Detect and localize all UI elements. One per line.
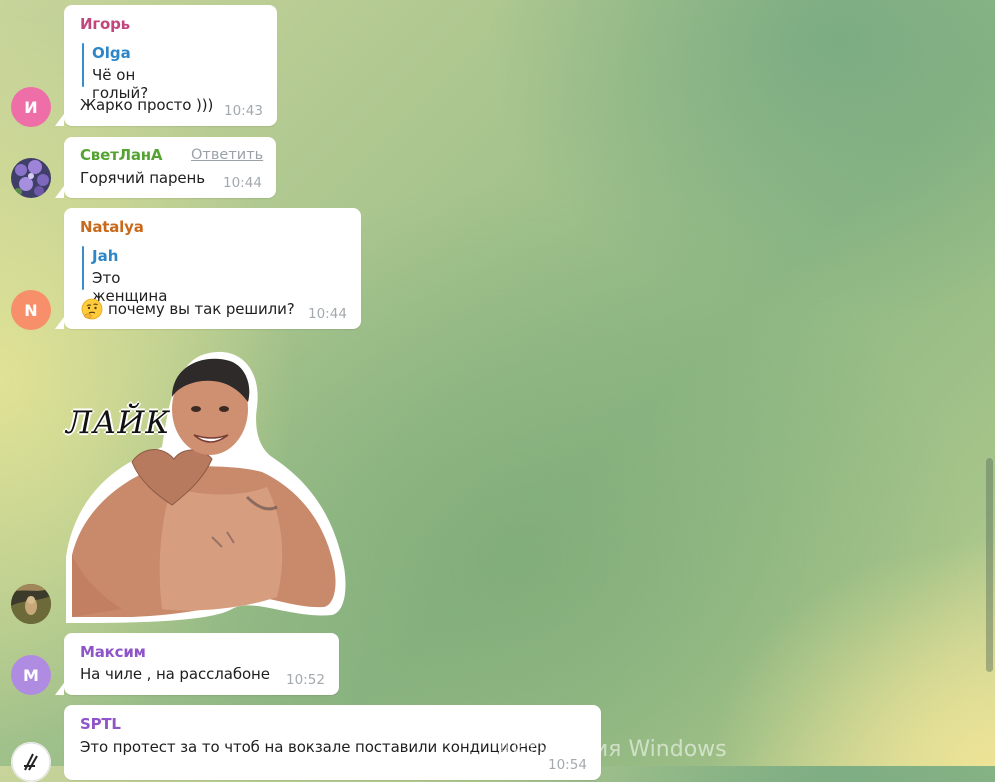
message-text: Горячий парень (80, 169, 205, 187)
reply-quote-bar (82, 43, 84, 87)
message-text: На чиле , на расслабоне (80, 665, 270, 683)
message-time: 10:44 (223, 175, 262, 191)
message-time: 10:43 (224, 103, 263, 119)
avatar[interactable]: И (11, 87, 51, 127)
sender-name[interactable]: Максим (80, 643, 146, 661)
painting-photo-avatar-icon[interactable] (11, 584, 51, 624)
windows-activation-watermark: Активация Windows (497, 737, 727, 762)
reply-quote-sender[interactable]: Jah (92, 247, 118, 265)
avatar[interactable]: N (11, 290, 51, 330)
flowers-photo-avatar-icon[interactable] (11, 158, 51, 198)
sender-name[interactable]: SPTL (80, 715, 121, 733)
sticker-caption: ЛАЙК (66, 405, 171, 441)
man-heart-hands-sticker-icon[interactable] (62, 347, 347, 625)
message-time: 10:44 (308, 306, 347, 322)
sender-name[interactable]: Natalya (80, 218, 144, 236)
message-text: Жарко просто ))) (80, 96, 214, 114)
reply-quote-sender[interactable]: Olga (92, 44, 131, 62)
sender-name[interactable]: СветЛанА (80, 146, 163, 164)
message-time: 10:52 (286, 672, 325, 688)
thinking-face-emoji-icon (81, 298, 103, 324)
message-text: Это протест за то чтоб на вокзале постав… (80, 738, 547, 756)
reply-button[interactable]: Ответить (191, 147, 263, 163)
message-text: почему вы так решили? (108, 300, 295, 318)
avatar[interactable]: M (11, 655, 51, 695)
reply-quote-bar (82, 246, 84, 290)
scrollbar-thumb[interactable] (986, 458, 993, 672)
logo-avatar-icon[interactable] (11, 742, 51, 782)
sender-name[interactable]: Игорь (80, 15, 130, 33)
